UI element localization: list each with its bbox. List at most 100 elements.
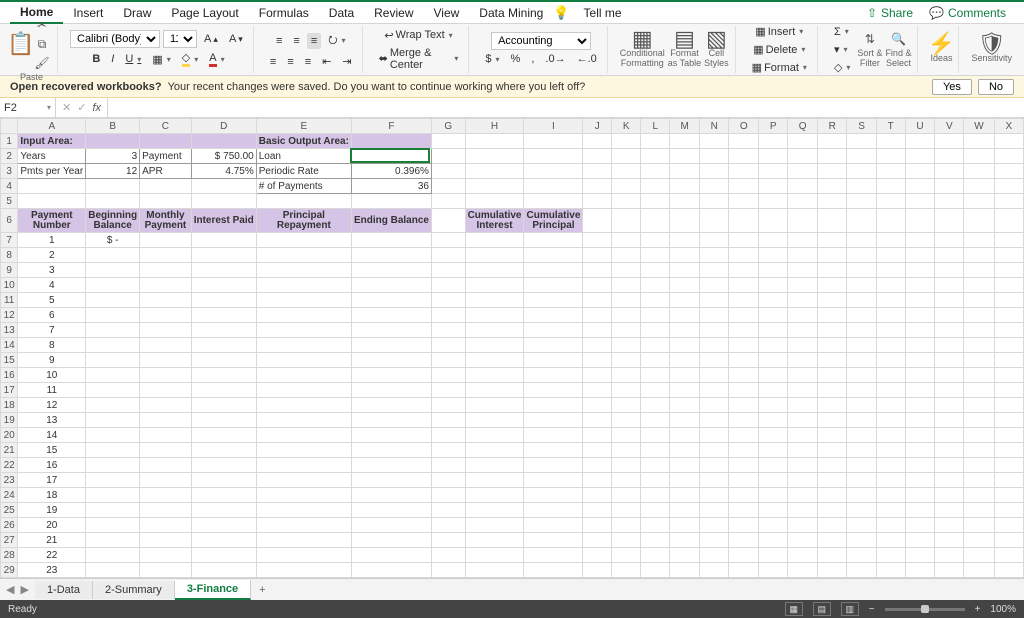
cell-I30[interactable] [524,578,583,579]
cell-C15[interactable] [140,353,192,368]
font-size-select[interactable]: 11 [163,30,197,48]
cell-F1[interactable] [351,134,431,149]
col-header-T[interactable]: T [876,119,905,134]
cell-S6[interactable] [847,209,876,233]
cell-D20[interactable] [191,428,256,443]
cell-O19[interactable] [729,413,759,428]
cell-E17[interactable] [256,383,351,398]
cell-M18[interactable] [670,398,700,413]
cell-G12[interactable] [431,308,465,323]
cell-U21[interactable] [905,443,934,458]
cell-P23[interactable] [759,473,788,488]
cell-J4[interactable] [583,179,612,194]
cell-P4[interactable] [759,179,788,194]
view-page-layout-button[interactable]: ▤ [813,602,831,616]
cell-W8[interactable] [964,248,994,263]
cell-T22[interactable] [876,458,905,473]
cell-T18[interactable] [876,398,905,413]
cell-R13[interactable] [817,323,846,338]
cell-C8[interactable] [140,248,192,263]
cell-P26[interactable] [759,518,788,533]
cell-F21[interactable] [351,443,431,458]
col-header-U[interactable]: U [905,119,934,134]
wrap-text-button[interactable]: ↩ Wrap Text [380,27,456,44]
cell-C4[interactable] [140,179,192,194]
col-header-M[interactable]: M [670,119,700,134]
col-header-C[interactable]: C [140,119,192,134]
cell-D4[interactable] [191,179,256,194]
recovery-yes-button[interactable]: Yes [932,79,972,95]
cell-O12[interactable] [729,308,759,323]
cell-K3[interactable] [612,164,641,179]
cell-F6[interactable]: Ending Balance [351,209,431,233]
cell-N26[interactable] [700,518,729,533]
cell-A2[interactable]: Years [18,149,86,164]
underline-button[interactable]: U [121,51,145,67]
cell-L16[interactable] [641,368,670,383]
cell-V13[interactable] [935,323,964,338]
cell-C11[interactable] [140,293,192,308]
percent-button[interactable]: % [507,51,525,67]
cell-M28[interactable] [670,548,700,563]
cell-T27[interactable] [876,533,905,548]
row-header-23[interactable]: 23 [1,473,18,488]
cell-M2[interactable] [670,149,700,164]
cell-D12[interactable] [191,308,256,323]
cell-L26[interactable] [641,518,670,533]
cell-U10[interactable] [905,278,934,293]
cell-B5[interactable] [86,194,140,209]
cell-M25[interactable] [670,503,700,518]
cell-S25[interactable] [847,503,876,518]
cell-G2[interactable] [431,149,465,164]
cell-K16[interactable] [612,368,641,383]
cell-V24[interactable] [935,488,964,503]
cell-T28[interactable] [876,548,905,563]
cell-K7[interactable] [612,233,641,248]
cell-N11[interactable] [700,293,729,308]
cell-B9[interactable] [86,263,140,278]
cell-F23[interactable] [351,473,431,488]
cell-O17[interactable] [729,383,759,398]
tell-me[interactable]: Tell me [574,3,632,23]
cell-H20[interactable] [465,428,524,443]
cell-L6[interactable] [641,209,670,233]
cell-W2[interactable] [964,149,994,164]
row-header-9[interactable]: 9 [1,263,18,278]
cell-O25[interactable] [729,503,759,518]
cell-T1[interactable] [876,134,905,149]
cell-V25[interactable] [935,503,964,518]
cell-K27[interactable] [612,533,641,548]
cell-Q19[interactable] [788,413,818,428]
cell-P18[interactable] [759,398,788,413]
cell-A9[interactable]: 3 [18,263,86,278]
cell-N30[interactable] [700,578,729,579]
cell-R9[interactable] [817,263,846,278]
tab-page-layout[interactable]: Page Layout [161,3,248,23]
cell-L15[interactable] [641,353,670,368]
cell-Q22[interactable] [788,458,818,473]
cell-C5[interactable] [140,194,192,209]
align-bottom-button[interactable]: ≡ [307,33,321,49]
cell-V8[interactable] [935,248,964,263]
sheet-tab-2[interactable]: 2-Summary [93,581,175,599]
cell-U1[interactable] [905,134,934,149]
cell-S12[interactable] [847,308,876,323]
cell-D7[interactable] [191,233,256,248]
cell-D28[interactable] [191,548,256,563]
cell-D13[interactable] [191,323,256,338]
row-header-13[interactable]: 13 [1,323,18,338]
col-header-V[interactable]: V [935,119,964,134]
cell-X18[interactable] [994,398,1023,413]
cell-N19[interactable] [700,413,729,428]
cell-A6[interactable]: Payment Number [18,209,86,233]
cell-H12[interactable] [465,308,524,323]
cell-L22[interactable] [641,458,670,473]
cell-O28[interactable] [729,548,759,563]
cell-V27[interactable] [935,533,964,548]
cell-O24[interactable] [729,488,759,503]
comments-button[interactable]: 💬Comments [921,4,1014,22]
cell-I12[interactable] [524,308,583,323]
col-header-H[interactable]: H [465,119,524,134]
cell-J12[interactable] [583,308,612,323]
cell-U15[interactable] [905,353,934,368]
